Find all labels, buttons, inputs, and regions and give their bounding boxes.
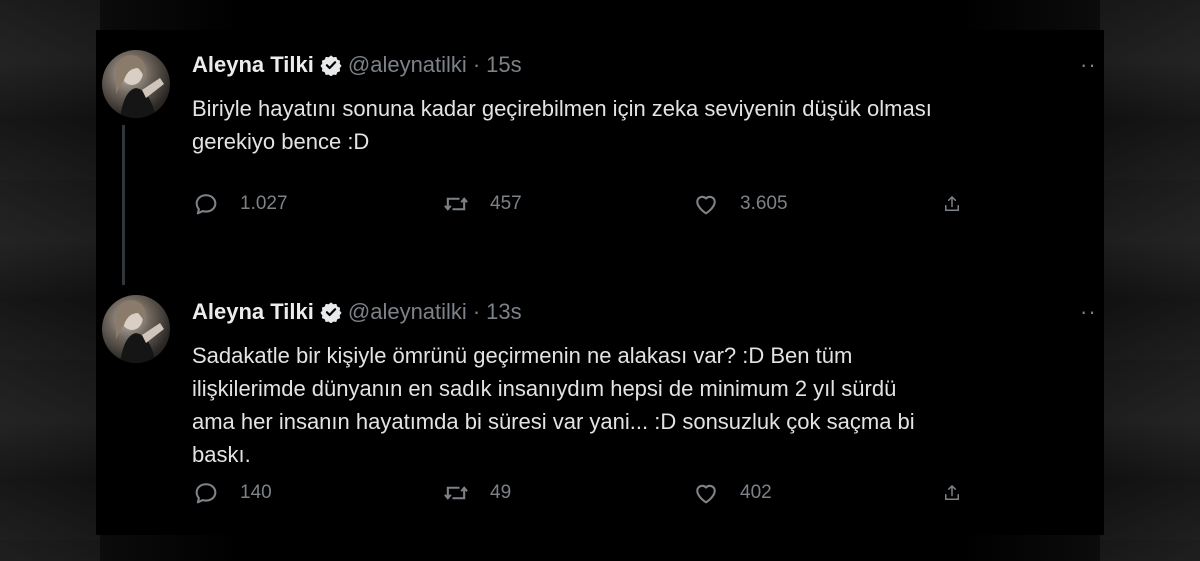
reply-button[interactable]: 140: [192, 479, 442, 507]
share-icon: [945, 485, 959, 500]
retweet-count: 49: [490, 482, 512, 503]
separator-dot: ·: [472, 299, 481, 324]
avatar[interactable]: [102, 50, 170, 118]
tweet-header: Aleyna Tilki @aleynatilki · 15s: [192, 52, 522, 78]
reply-icon: [195, 483, 217, 504]
more-icon[interactable]: ··: [1080, 301, 1100, 327]
retweet-icon: [444, 486, 468, 500]
reply-button[interactable]: 1.027: [192, 190, 442, 218]
reply-icon: [195, 194, 217, 215]
separator-dot: ·: [472, 52, 481, 77]
like-icon: [696, 484, 716, 504]
share-button[interactable]: [942, 479, 982, 507]
tweet-actions: 140 49 402: [192, 479, 982, 507]
thread-connector-line: [122, 125, 125, 285]
more-icon[interactable]: ··: [1080, 54, 1100, 80]
like-count: 402: [740, 482, 772, 503]
tweet-text: Sadakatle bir kişiyle ömrünü geçirmenin …: [192, 343, 915, 467]
avatar-photo-icon: [116, 300, 164, 363]
reply-count: 140: [240, 482, 272, 503]
like-button[interactable]: 3.605: [692, 190, 942, 218]
tweet-item[interactable]: Aleyna Tilki @aleynatilki · 13s ·· Sadak…: [96, 265, 1104, 535]
retweet-button[interactable]: 457: [442, 190, 692, 218]
tweet-actions: 1.027 457 3.605: [192, 190, 982, 218]
author-name[interactable]: Aleyna Tilki: [192, 299, 314, 325]
verified-badge-icon: [320, 55, 342, 76]
author-name[interactable]: Aleyna Tilki: [192, 52, 314, 78]
tweet-header: Aleyna Tilki @aleynatilki · 13s: [192, 299, 522, 325]
blurred-background-left: [0, 0, 100, 561]
avatar-photo-icon: [116, 55, 164, 118]
tweet-text: Biriyle hayatını sonuna kadar geçirebilm…: [192, 96, 932, 154]
screenshot-stage: Aleyna Tilki @aleynatilki · 15s ·· Biriy…: [0, 0, 1200, 561]
retweet-icon: [444, 197, 468, 211]
author-handle[interactable]: @aleynatilki: [348, 52, 467, 78]
tweet-timestamp[interactable]: 15s: [486, 52, 521, 78]
share-button[interactable]: [942, 190, 982, 218]
tweet-item[interactable]: Aleyna Tilki @aleynatilki · 15s ·· Biriy…: [96, 30, 1104, 285]
like-icon: [696, 195, 716, 215]
share-icon: [945, 196, 959, 211]
verified-badge-icon: [320, 302, 342, 323]
retweet-count: 457: [490, 193, 522, 214]
like-button[interactable]: 402: [692, 479, 942, 507]
tweet-thread: Aleyna Tilki @aleynatilki · 15s ·· Biriy…: [96, 30, 1104, 535]
reply-count: 1.027: [240, 193, 288, 214]
author-handle[interactable]: @aleynatilki: [348, 299, 467, 325]
tweet-timestamp[interactable]: 13s: [486, 299, 521, 325]
retweet-button[interactable]: 49: [442, 479, 692, 507]
like-count: 3.605: [740, 193, 788, 214]
avatar[interactable]: [102, 295, 170, 363]
blurred-background-right: [1100, 0, 1200, 561]
